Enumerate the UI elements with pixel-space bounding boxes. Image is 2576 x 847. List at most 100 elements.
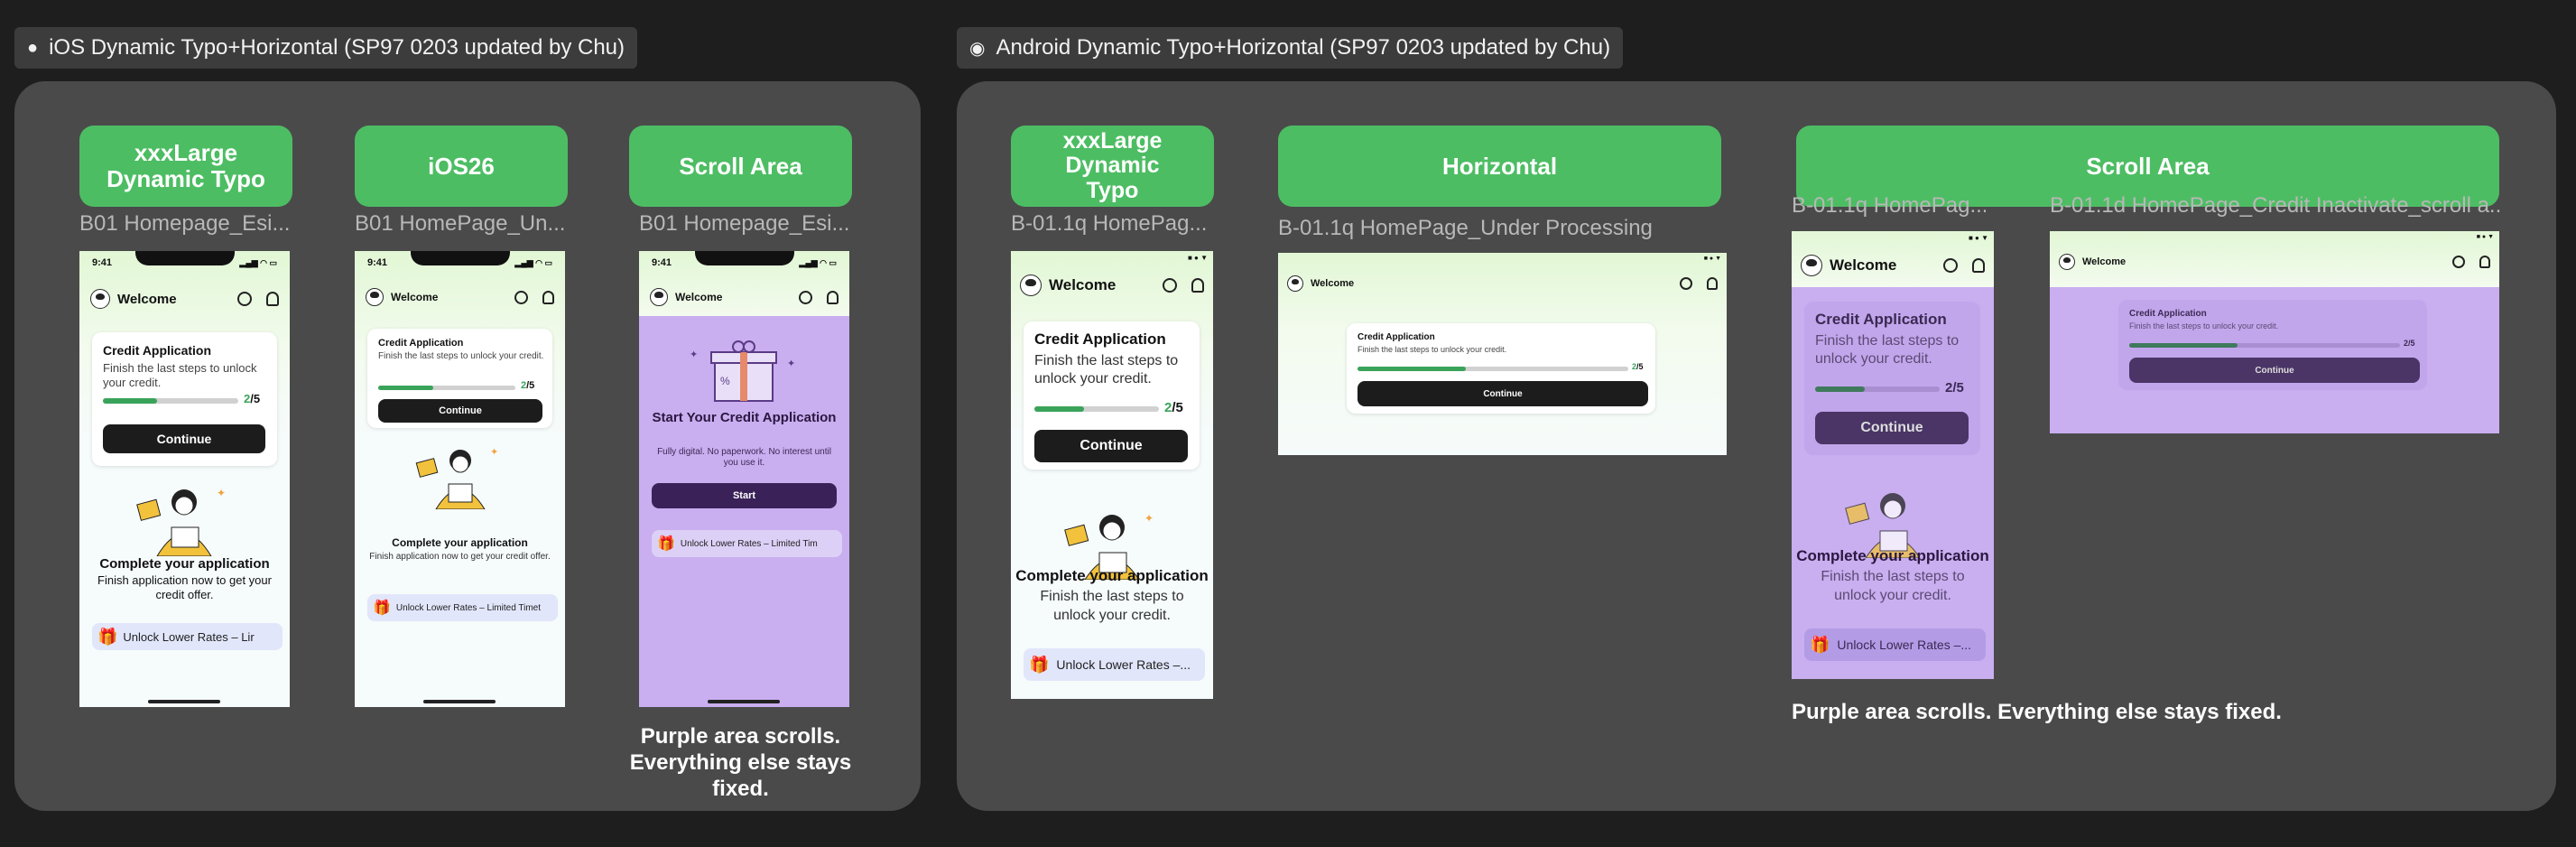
progress-bar (1357, 367, 1628, 371)
android-col2-pill[interactable]: Horizontal (1278, 126, 1721, 207)
welcome-text: Welcome (1311, 278, 1355, 289)
svg-text:✦: ✦ (1144, 512, 1154, 525)
card-title: Credit Application (1815, 311, 1947, 328)
person-with-gift-illustration: ✦ (136, 487, 226, 556)
avatar[interactable] (366, 288, 384, 306)
progress-bar (1034, 406, 1159, 412)
avatar[interactable] (1020, 275, 1042, 296)
continue-button[interactable]: Continue (1815, 412, 1969, 444)
bell-icon[interactable] (1972, 258, 1985, 273)
credit-application-card[interactable]: Credit Application Finish the last steps… (367, 329, 552, 428)
complete-title: Complete your application (1015, 567, 1209, 584)
ios26-phone: 9:41 ▂▄▆ ◠ ▭ Welcome Credit Application … (355, 251, 565, 707)
bell-icon[interactable] (542, 290, 554, 304)
credit-application-card[interactable]: Credit Application Finish the last steps… (2118, 300, 2427, 390)
ios-section-title: iOS Dynamic Typo+Horizontal (SP97 0203 u… (49, 35, 625, 60)
avatar[interactable] (650, 288, 668, 306)
start-button[interactable]: Start (652, 483, 837, 508)
card-subtitle: Finish the last steps to unlock your cre… (1815, 333, 1960, 367)
bell-icon[interactable] (1707, 277, 1718, 290)
progress-bar (378, 386, 515, 390)
card-subtitle: Finish the last steps to unlock your cre… (378, 351, 544, 361)
svg-text:✦: ✦ (690, 349, 698, 360)
ios-col1-pill[interactable]: xxxLarge Dynamic Typo (79, 126, 292, 207)
credit-application-card[interactable]: Credit Application Finish the last steps… (1804, 302, 1980, 455)
promo-banner[interactable]: 🎁 Unlock Lower Rates –... (1804, 628, 1986, 661)
support-icon[interactable] (799, 290, 812, 304)
avatar[interactable] (1801, 255, 1822, 276)
progress-bar (2129, 343, 2400, 348)
ios-col2-pill[interactable]: iOS26 (355, 126, 568, 207)
support-icon[interactable] (1943, 258, 1958, 273)
android-icon: ◉ (969, 38, 986, 59)
support-icon[interactable] (1680, 277, 1692, 290)
ios-section-tag[interactable]: ● iOS Dynamic Typo+Horizontal (SP97 0203… (14, 27, 638, 69)
android-horizontal-phone: ■ ● ▼ Welcome Credit Application Finish … (1278, 253, 1727, 455)
promo-banner[interactable]: 🎁 Unlock Lower Rates – Limited Tim (652, 530, 842, 557)
android-col1-pill[interactable]: xxxLarge Dynamic Typo (1011, 126, 1214, 207)
ios-scroll-note: Purple area scrolls. Everything else sta… (629, 724, 852, 801)
progress-bar (103, 398, 238, 404)
continue-button[interactable]: Continue (103, 424, 265, 453)
support-icon[interactable] (2452, 256, 2465, 268)
continue-button[interactable]: Continue (1034, 430, 1188, 462)
continue-button[interactable]: Continue (2129, 358, 2420, 383)
avatar[interactable] (90, 289, 110, 309)
card-title: Credit Application (2129, 309, 2207, 319)
progress-count: 2/5 (521, 380, 535, 391)
support-icon[interactable] (237, 292, 252, 306)
welcome-text: Welcome (675, 291, 723, 303)
gift-icon: 🎁 (97, 627, 118, 646)
avatar[interactable] (1287, 275, 1303, 292)
welcome-text: Welcome (391, 291, 439, 303)
credit-application-card[interactable]: Credit Application Finish the last steps… (1024, 321, 1200, 470)
complete-subtitle: Finish the last steps to unlock your cre… (1040, 589, 1184, 623)
welcome-text: Welcome (117, 291, 177, 307)
android-scroll-horizontal-phone: ■ ● ▼ Welcome Credit Application Finish … (2050, 231, 2499, 433)
status-icons: ▂▄▆ ◠ ▭ (799, 257, 837, 267)
android-col3-frame-label-b: B-01.1d HomePage_Credit Inactivate_scrol… (2050, 193, 2501, 218)
support-icon[interactable] (514, 290, 528, 304)
promo-banner[interactable]: 🎁 Unlock Lower Rates – Lir (92, 623, 283, 650)
bell-icon[interactable] (266, 292, 279, 306)
bell-icon[interactable] (827, 290, 839, 304)
promo-text: Unlock Lower Rates – Limited Timet (395, 602, 541, 613)
android-scroll-vertical-phone: ■ ● ▼ Welcome Credit Application Finish … (1792, 231, 1994, 679)
start-title: Start Your Credit Application (652, 410, 837, 425)
gift-icon: 🎁 (657, 536, 675, 552)
credit-application-card[interactable]: Credit Application Finish the last steps… (1347, 323, 1655, 414)
android-col2-frame-label: B-01.1q HomePage_Under Processing (1278, 216, 1653, 240)
home-indicator (148, 700, 220, 703)
card-subtitle: Finish the last steps to unlock your cre… (1034, 353, 1179, 386)
card-subtitle: Finish the last steps to unlock your cre… (103, 361, 257, 389)
status-icons: ▂▄▆ ◠ ▭ (239, 257, 277, 267)
card-title: Credit Application (1034, 330, 1166, 348)
status-icons: ▂▄▆ ◠ ▭ (514, 257, 552, 267)
complete-title: Complete your application (392, 536, 528, 549)
status-icons: ■ ● ▼ (2476, 233, 2494, 240)
gift-icon: 🎁 (1029, 655, 1050, 674)
promo-banner[interactable]: 🎁 Unlock Lower Rates – Limited Timet (367, 594, 558, 621)
welcome-text: Welcome (2082, 256, 2127, 267)
continue-button[interactable]: Continue (1357, 381, 1648, 406)
android-scroll-note: Purple area scrolls. Everything else sta… (1792, 700, 2282, 724)
ios-col3-pill[interactable]: Scroll Area (629, 126, 852, 207)
bell-icon[interactable] (1191, 278, 1204, 293)
complete-subtitle: Finish the last steps to unlock your cre… (1821, 569, 1965, 603)
promo-text: Unlock Lower Rates –... (1837, 638, 1972, 652)
continue-button[interactable]: Continue (378, 399, 542, 423)
credit-application-card[interactable]: Credit Application Finish the last steps… (92, 332, 277, 466)
android-xxxlarge-phone: ■ ● ▼ Welcome Credit Application Finish … (1011, 251, 1213, 699)
promo-text: Unlock Lower Rates – Lir (123, 629, 255, 644)
complete-title: Complete your application (99, 556, 270, 572)
avatar[interactable] (2059, 254, 2075, 270)
person-with-gift-illustration: ✦ (415, 447, 498, 509)
bell-icon[interactable] (2479, 256, 2490, 268)
card-subtitle: Finish the last steps to unlock your cre… (2129, 321, 2279, 330)
support-icon[interactable] (1163, 278, 1177, 293)
start-subtitle: Fully digital. No paperwork. No interest… (657, 447, 831, 468)
ios-col3-frame-label: B01 Homepage_Esi... (639, 211, 850, 236)
promo-banner[interactable]: 🎁 Unlock Lower Rates –... (1024, 648, 1205, 681)
android-section-tag[interactable]: ◉ Android Dynamic Typo+Horizontal (SP97 … (957, 27, 1624, 69)
home-indicator (708, 700, 780, 703)
